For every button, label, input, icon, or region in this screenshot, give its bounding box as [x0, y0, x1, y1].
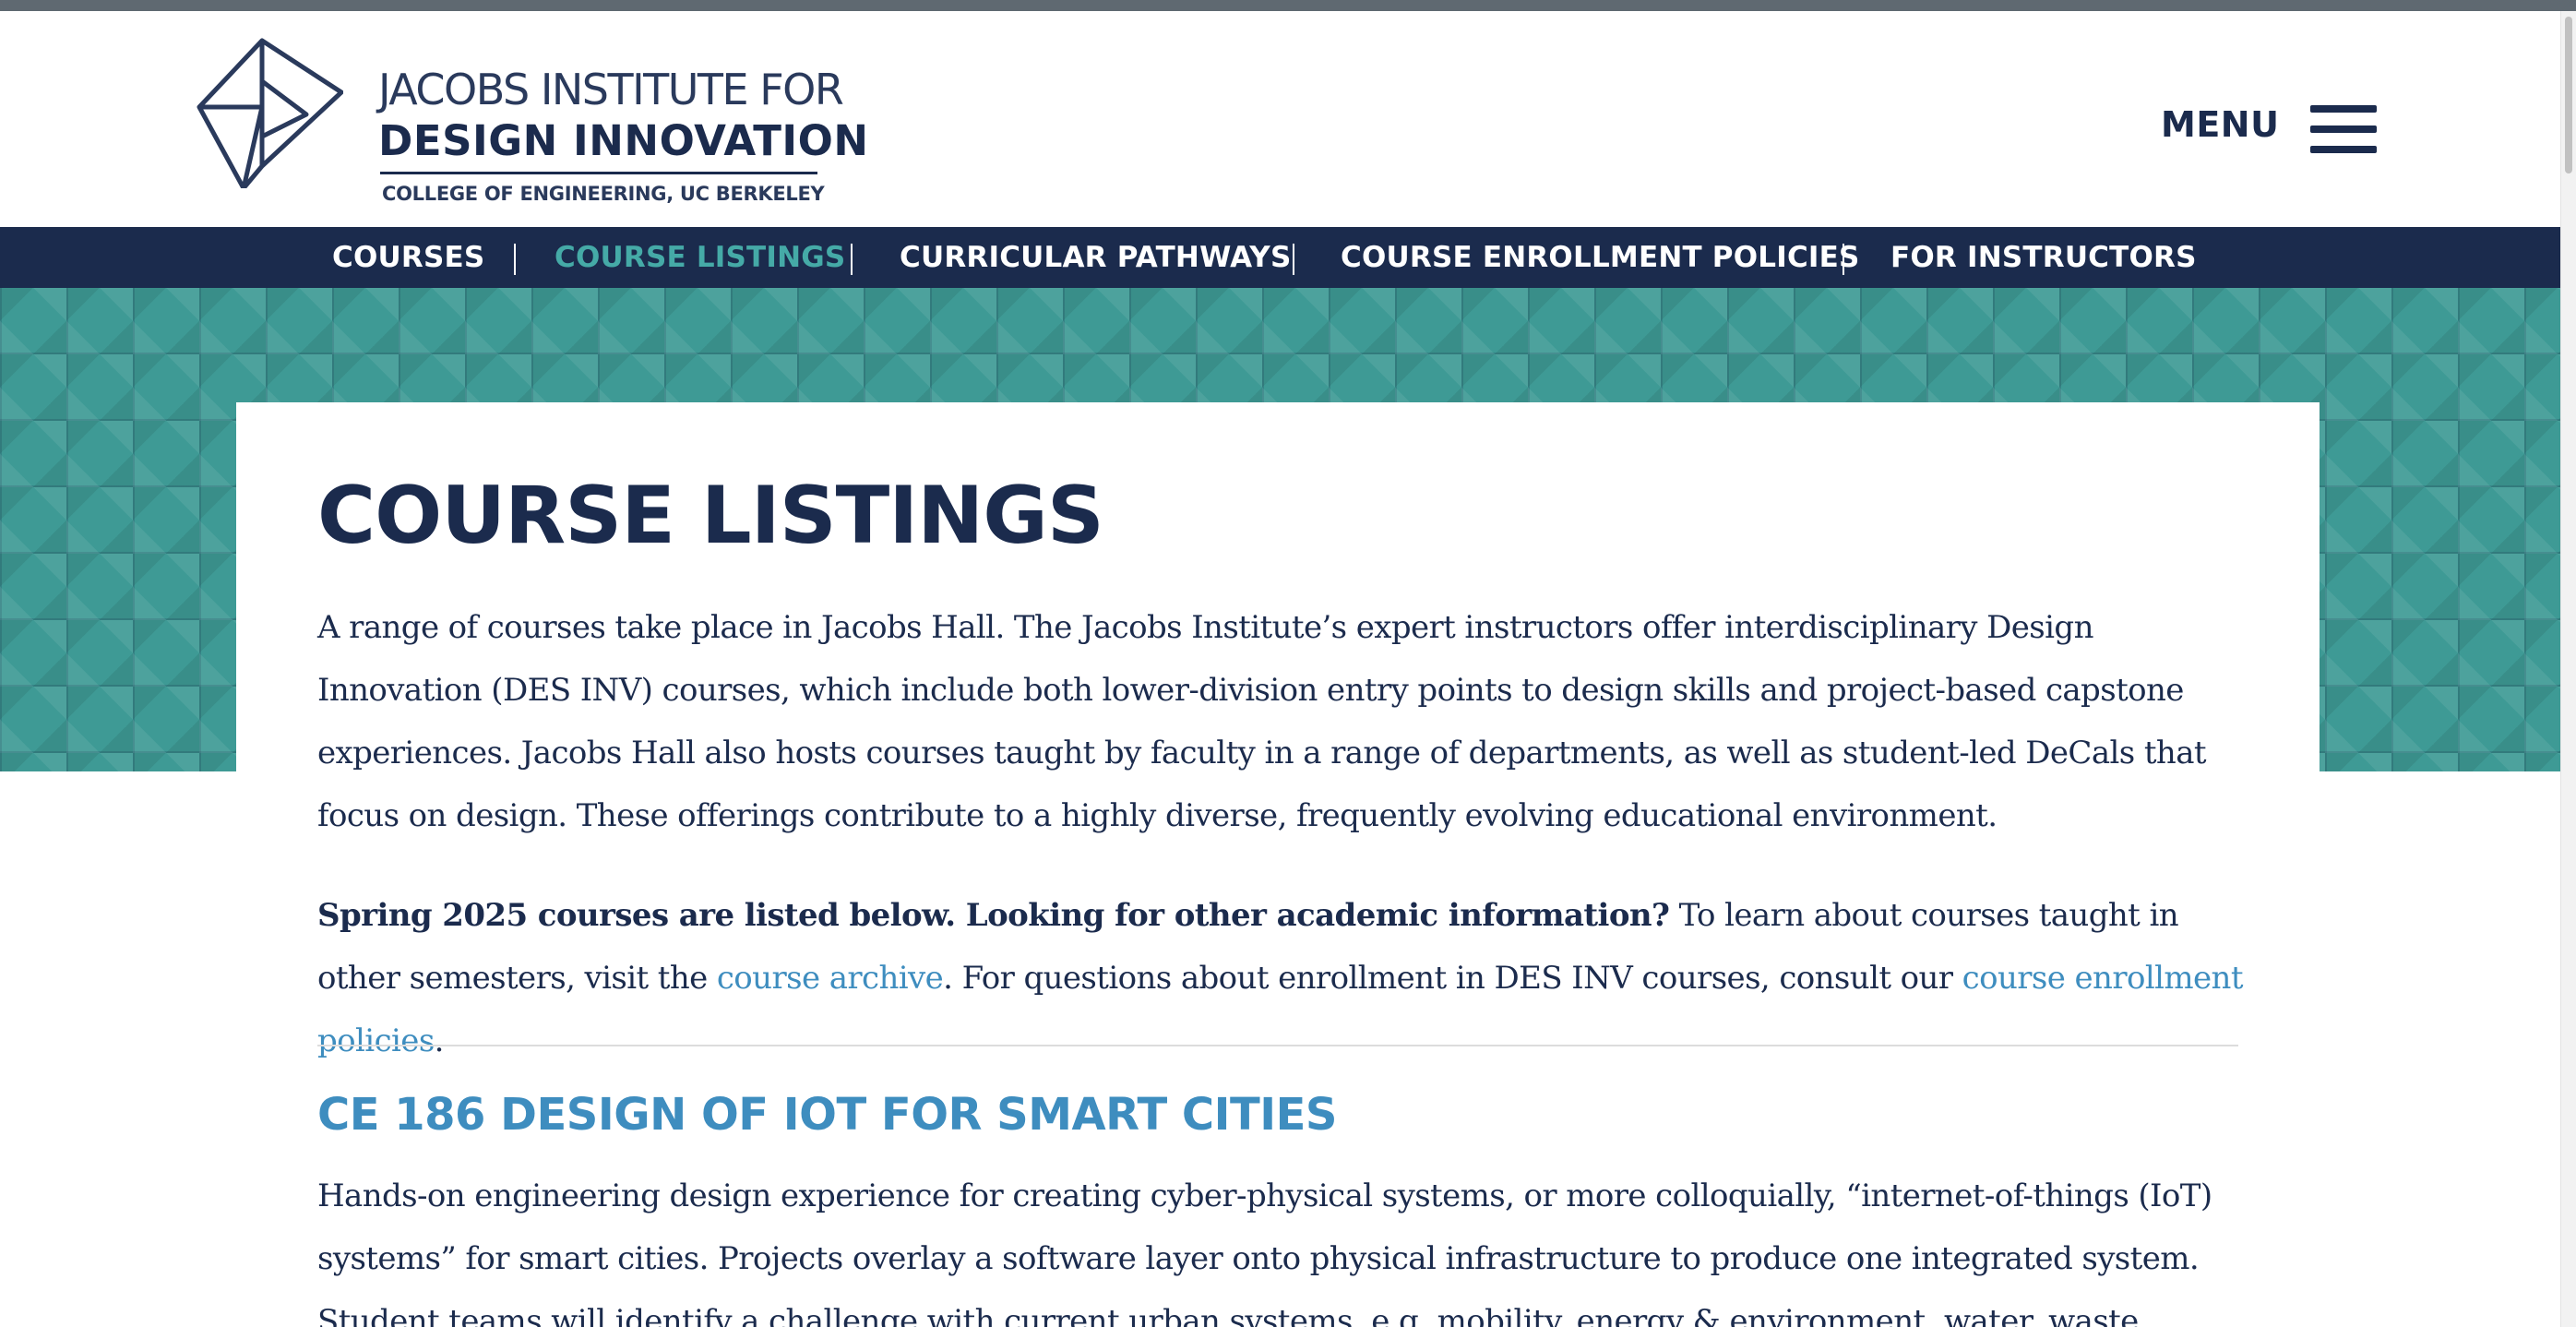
nav-item-course-listings[interactable]: COURSE LISTINGS: [555, 244, 845, 272]
intro-paragraph: A range of courses take place in Jacobs …: [317, 609, 2207, 834]
menu-button[interactable]: MENU: [2157, 94, 2379, 159]
spring-text-2: . For questions about enrollment in DES …: [943, 960, 1962, 997]
page-scrollbar[interactable]: [2560, 11, 2576, 1327]
nav-separator: [514, 244, 516, 275]
logo-line-design-innovation: DESIGN INNOVATION: [378, 116, 869, 165]
section-divider: [317, 1045, 2238, 1046]
site-logo[interactable]: JACOBS INSTITUTE FOR DESIGN INNOVATION C…: [196, 35, 868, 210]
logo-divider: [380, 172, 817, 174]
hamburger-icon: [2310, 105, 2377, 153]
section-nav: COURSES COURSE LISTINGS CURRICULAR PATHW…: [0, 227, 2561, 288]
course-description: Hands-on engineering design experience f…: [317, 1178, 2212, 1327]
logo-mark-icon: [197, 38, 343, 188]
logo-line-college: COLLEGE OF ENGINEERING, UC BERKELEY: [382, 183, 825, 205]
page-title: COURSE LISTINGS: [317, 470, 1104, 562]
course-archive-link[interactable]: course archive: [717, 960, 944, 997]
nav-item-curricular-pathways[interactable]: CURRICULAR PATHWAYS: [900, 244, 1291, 272]
spring-bold-text: Spring 2025 courses are listed below. Lo…: [317, 897, 1670, 934]
nav-separator: [851, 244, 853, 275]
site-header: JACOBS INSTITUTE FOR DESIGN INNOVATION C…: [0, 11, 2561, 227]
logo-line-institute: JACOBS INSTITUTE FOR: [378, 65, 844, 114]
scrollbar-thumb[interactable]: [2565, 17, 2572, 173]
course-title[interactable]: CE 186 DESIGN OF IOT FOR SMART CITIES: [317, 1093, 1337, 1137]
nav-separator: [1843, 244, 1844, 275]
nav-separator: [1293, 244, 1294, 275]
nav-item-courses[interactable]: COURSES: [332, 244, 484, 272]
spring-text-3: .: [434, 1022, 445, 1059]
menu-label: MENU: [2161, 104, 2280, 145]
nav-item-enrollment-policies[interactable]: COURSE ENROLLMENT POLICIES: [1341, 244, 1860, 272]
browser-top-bar: [0, 0, 2576, 11]
nav-item-for-instructors[interactable]: FOR INSTRUCTORS: [1890, 244, 2197, 272]
